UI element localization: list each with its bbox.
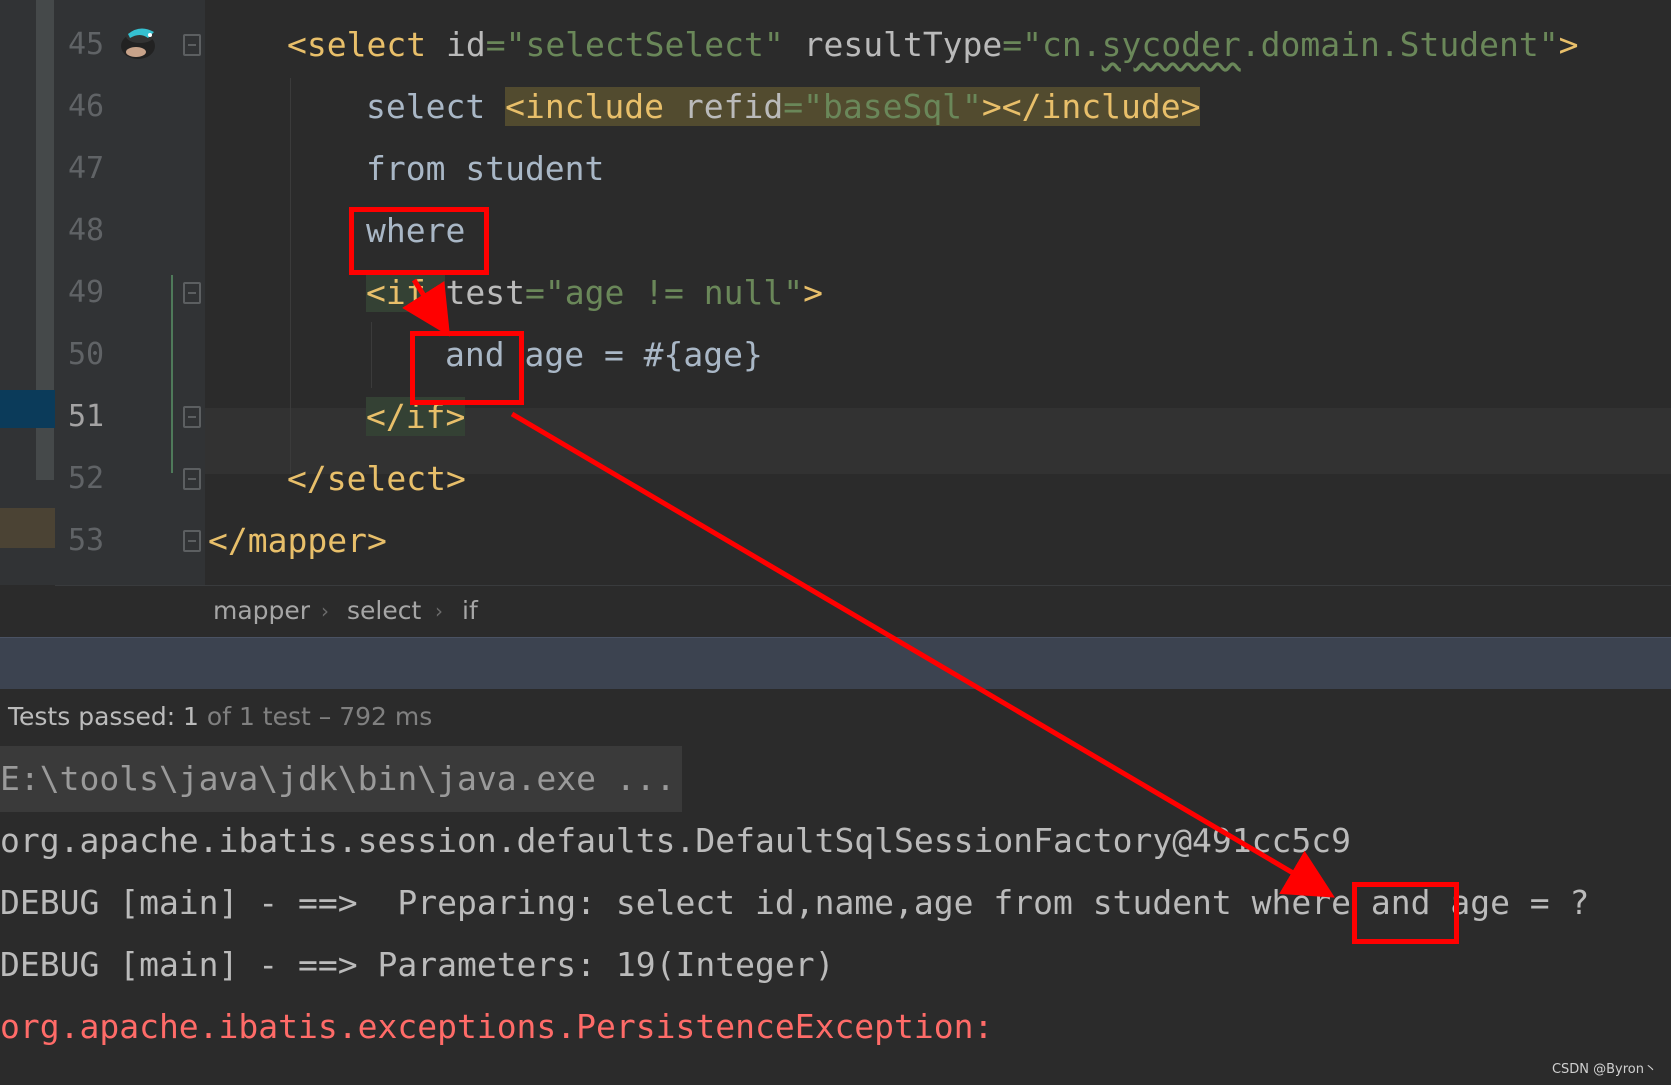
watermark: CSDN @Byron丶 [1551, 1062, 1657, 1077]
annotation-arrow [510, 411, 1335, 898]
annotation-arrows [402, 278, 1335, 898]
annotation-arrow [402, 278, 451, 337]
